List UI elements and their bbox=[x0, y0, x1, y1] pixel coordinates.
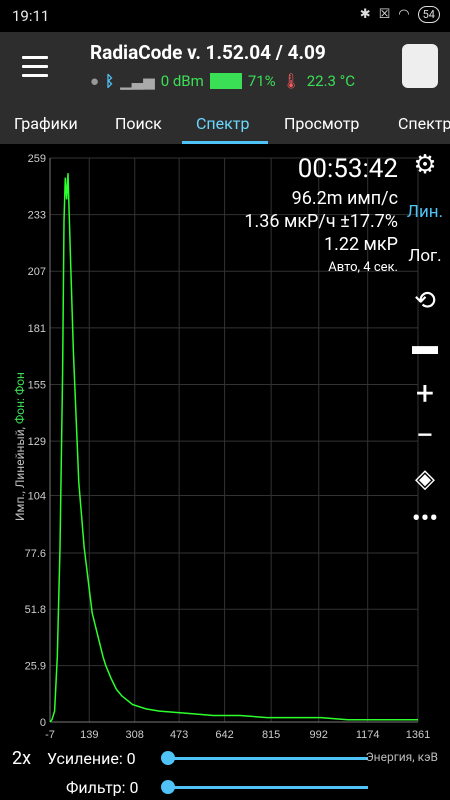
zoom-level: 2x bbox=[12, 748, 32, 769]
signal-value: 0 dBm bbox=[160, 72, 204, 90]
dose: 1.22 мкР bbox=[324, 234, 398, 255]
bluetooth-icon: ᛒ bbox=[105, 72, 115, 90]
bluetooth-icon: ✱ bbox=[359, 7, 371, 22]
toolbar: ⚙ Лин. Лог. ⟲ ▬ + − ◈ ••• bbox=[400, 144, 450, 544]
filter-label: Фильтр: 0 bbox=[66, 778, 139, 797]
clock: 19:11 bbox=[12, 7, 50, 25]
x-tick-label: 473 bbox=[170, 729, 188, 741]
x-tick-label: 139 bbox=[80, 729, 98, 741]
gain-slider-knob[interactable] bbox=[161, 751, 175, 765]
x-tick-label: 1174 bbox=[356, 729, 380, 741]
app-title: RadiaCode v. 1.52.04 / 4.09 bbox=[90, 41, 326, 64]
tab-bar: Графики Поиск Спектр Просмотр Спектр bbox=[0, 104, 450, 144]
y-tick-label: 0 bbox=[40, 717, 46, 729]
x-tick-label: 815 bbox=[262, 729, 280, 741]
folder-icon[interactable]: ▬ bbox=[400, 330, 450, 361]
gain-label: Усиление: 0 bbox=[47, 749, 136, 768]
layers-icon[interactable]: ◈ bbox=[400, 464, 450, 494]
battery-icon: 54 bbox=[417, 6, 440, 23]
y-tick-label: 25.9 bbox=[25, 661, 46, 673]
battery-icon bbox=[209, 73, 242, 89]
sim-icon: ☒ bbox=[378, 7, 391, 22]
battery-value: 71% bbox=[247, 72, 276, 90]
x-tick-label: 1361 bbox=[406, 729, 430, 741]
y-tick-label: 77.6 bbox=[25, 548, 46, 560]
menu-icon[interactable] bbox=[22, 56, 48, 83]
x-tick-label: 992 bbox=[310, 729, 328, 741]
x-tick-label: 308 bbox=[126, 729, 144, 741]
y-axis-label: Имп., Линейный, Фон: Фон bbox=[13, 372, 27, 521]
gain-slider[interactable] bbox=[168, 757, 368, 760]
filter-slider-knob[interactable] bbox=[161, 780, 175, 794]
y-tick-label: 51.8 bbox=[25, 604, 46, 616]
temperature-value: 22.3 °C bbox=[306, 72, 356, 90]
filter-slider[interactable] bbox=[168, 786, 368, 789]
y-tick-label: 259 bbox=[28, 153, 46, 165]
tune-button[interactable] bbox=[402, 44, 438, 88]
tab-search[interactable]: Поиск bbox=[115, 114, 162, 133]
spectrum-series-line bbox=[49, 173, 418, 723]
tab-view[interactable]: Просмотр bbox=[284, 114, 359, 133]
bottom-controls: 2x Усиление: 0 Фильтр: 0 Энергия, кэВ bbox=[0, 744, 450, 800]
tab-graphs[interactable]: Графики bbox=[14, 114, 78, 133]
more-icon[interactable]: ••• bbox=[400, 504, 450, 534]
wifi-icon: ◠ bbox=[398, 7, 410, 22]
status-bar: 19:11 ✱ ☒ ◠ 54 bbox=[0, 0, 450, 32]
x-tick-label: -7 bbox=[45, 729, 55, 741]
zoom-in-icon[interactable]: + bbox=[400, 374, 450, 412]
thermometer-icon: 🌡 bbox=[281, 72, 301, 90]
device-status: ● ᛒ ▁▃▅ 0 dBm 71% 🌡 22.3 °C bbox=[90, 72, 355, 90]
count-rate: 96.2m имп/с bbox=[291, 188, 398, 209]
settings-icon[interactable]: ⚙ bbox=[400, 150, 450, 180]
spectrum-plot[interactable]: 0 25.9 51.8 77.6 104 129 155 181 207 233 259 -7 139 3… bbox=[0, 144, 450, 744]
reset-icon[interactable]: ⟲ bbox=[400, 286, 450, 316]
tab-spectrum[interactable]: Спектр bbox=[196, 114, 249, 133]
y-tick-label: 181 bbox=[28, 323, 46, 335]
y-tick-label: 129 bbox=[28, 436, 46, 448]
zoom-out-icon[interactable]: − bbox=[400, 416, 450, 454]
mode: Авто, 4 сек. bbox=[328, 260, 398, 275]
energy-axis-label: Энергия, кэВ bbox=[365, 750, 438, 764]
elapsed-time: 00:53:42 bbox=[297, 154, 398, 184]
y-tick-label: 207 bbox=[28, 266, 46, 278]
location-icon: ● bbox=[90, 72, 100, 90]
x-tick-label: 642 bbox=[215, 729, 233, 741]
linear-scale-button[interactable]: Лин. bbox=[400, 202, 450, 222]
app-bar: RadiaCode v. 1.52.04 / 4.09 ● ᛒ ▁▃▅ 0 dB… bbox=[0, 32, 450, 104]
dose-rate: 1.36 мкР/ч ±17.7% bbox=[244, 211, 398, 232]
log-scale-button[interactable]: Лог. bbox=[400, 246, 450, 266]
y-tick-label: 155 bbox=[28, 379, 46, 391]
y-tick-label: 233 bbox=[28, 210, 46, 222]
tab-spectrum-2[interactable]: Спектр bbox=[398, 114, 450, 133]
signal-icon: ▁▃▅ bbox=[120, 72, 155, 90]
y-tick-label: 104 bbox=[28, 491, 46, 503]
